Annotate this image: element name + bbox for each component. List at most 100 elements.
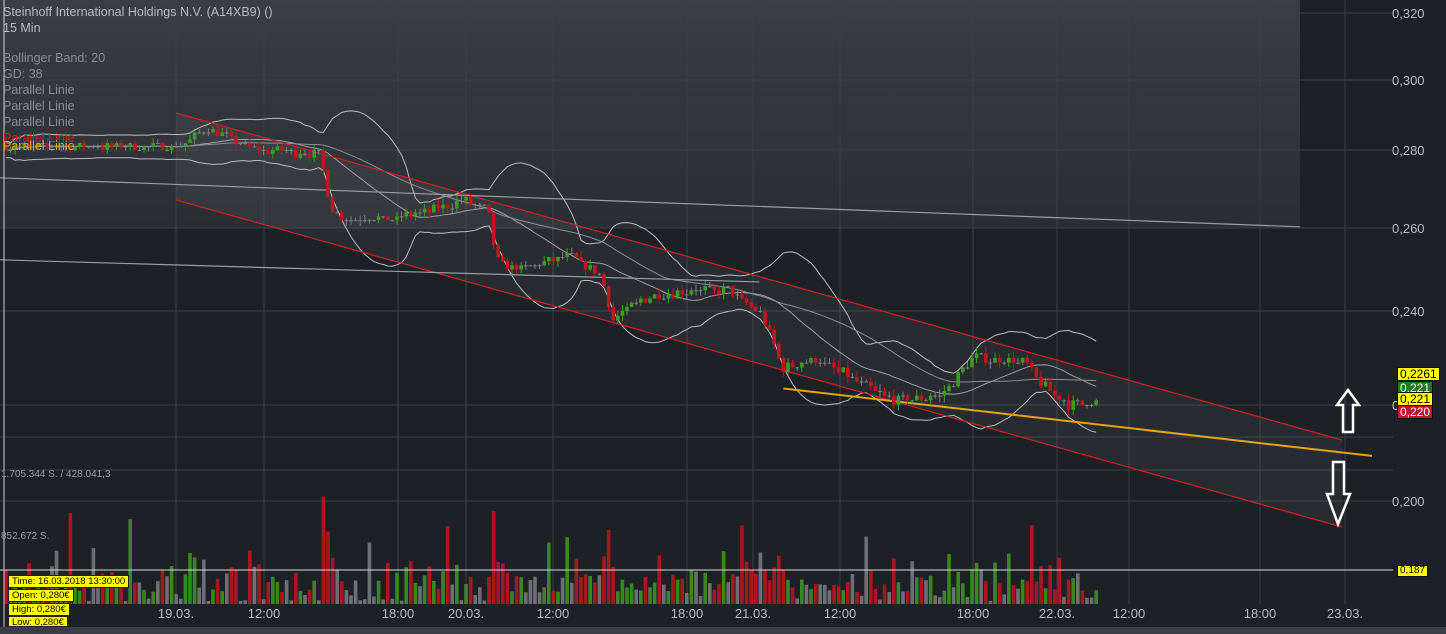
volume-bar — [169, 566, 174, 604]
candle-body — [312, 150, 316, 158]
volume-bar — [353, 580, 358, 604]
indicator-parallel-2[interactable]: Parallel Linie — [3, 98, 273, 114]
candle-body — [422, 208, 427, 213]
candle-body — [275, 146, 280, 150]
volume-bar — [505, 572, 510, 604]
interval-label: 15 Min — [3, 21, 41, 35]
volume-bar — [1011, 584, 1016, 604]
volume-bar — [588, 575, 592, 604]
volume-bar — [657, 555, 661, 604]
candle-body — [565, 252, 569, 258]
candle-body — [988, 362, 993, 364]
candle-body — [491, 212, 496, 245]
volume-bar — [252, 566, 257, 604]
volume-bar — [441, 571, 445, 604]
volume-bar — [726, 582, 730, 604]
candle-body — [924, 400, 928, 402]
candle-body — [376, 216, 381, 221]
candle-body — [583, 261, 588, 270]
volume-bar — [781, 569, 786, 604]
volume-bar — [606, 530, 611, 604]
volume-bar — [1025, 581, 1029, 604]
indicator-parallel-3[interactable]: Parallel Linie — [3, 114, 273, 130]
candle-body — [487, 204, 491, 213]
indicator-parallel-5[interactable]: Parallel Linie — [3, 138, 273, 154]
volume-bar — [427, 566, 431, 604]
volume-bar — [878, 599, 882, 604]
volume-bar — [919, 577, 924, 604]
volume-bar — [238, 600, 243, 604]
candle-body — [639, 298, 643, 303]
volume-bar — [809, 589, 813, 604]
candle-body — [818, 362, 822, 364]
candle-body — [298, 153, 303, 158]
volume-bar — [961, 583, 965, 604]
candle-body — [1034, 367, 1039, 377]
volume-bar — [979, 569, 983, 604]
candle-body — [832, 362, 836, 368]
candle-body — [892, 395, 896, 405]
candle-body — [758, 311, 763, 312]
candle-body — [620, 311, 625, 316]
candle-body — [689, 290, 694, 295]
indicator-gd[interactable]: GD: 38 — [3, 66, 273, 82]
volume-bar — [593, 582, 597, 604]
volume-bar — [551, 590, 556, 604]
volume-bar — [841, 590, 845, 604]
candle-body — [551, 257, 556, 262]
candle-body — [353, 220, 358, 222]
candle-body — [901, 395, 905, 397]
volume-bar — [698, 595, 703, 604]
volume-bar — [800, 579, 804, 604]
volume-bar — [1048, 565, 1052, 604]
volume-bar — [712, 589, 717, 604]
volume-bars — [4, 496, 1098, 604]
volume-bar — [1016, 588, 1020, 604]
candle-body — [717, 290, 721, 295]
volume-bar — [740, 525, 744, 604]
price-axis[interactable]: 0,3200,3000,2800,2600,2400,2200,200 — [1392, 6, 1425, 509]
candle-body — [735, 294, 740, 296]
candle-body — [505, 261, 510, 270]
volume-bar — [717, 584, 721, 604]
candle-body — [933, 395, 937, 397]
volume-bar — [869, 569, 873, 604]
volume-bar — [445, 526, 450, 604]
candle-body — [919, 395, 924, 401]
candle-body — [418, 212, 422, 214]
candle-body — [1043, 381, 1048, 387]
volume-bar — [1034, 581, 1039, 604]
volume-bar — [744, 561, 749, 604]
time-axis[interactable]: 19.03. 12:00 18:00 20.03. 12:00 18:00 21.03. 12… — [158, 606, 1363, 621]
candle-body — [777, 343, 781, 358]
tooltip-time: Time: 16.03.2018 13:30:00 — [8, 575, 130, 588]
volume-bar — [804, 584, 809, 604]
volume-bar — [1053, 589, 1057, 604]
indicator-bollinger[interactable]: Bollinger Band: 20 — [3, 50, 273, 66]
indicator-parallel-1[interactable]: Parallel Linie — [3, 82, 273, 98]
candle-body — [846, 367, 850, 377]
volume-bar — [307, 589, 312, 604]
scrollbar[interactable] — [0, 627, 1446, 634]
volume-bar — [524, 592, 528, 604]
candle-body — [827, 362, 832, 364]
volume-bar — [703, 572, 707, 604]
candle-body — [321, 150, 326, 170]
candle-body — [979, 353, 983, 355]
volume-marker-box: 0,187 — [1397, 565, 1429, 577]
time-tick-label: 12:00 — [1113, 606, 1146, 621]
candle-body — [413, 212, 418, 217]
volume-bar — [133, 582, 137, 604]
volume-bar — [570, 582, 574, 604]
volume-bar — [119, 586, 123, 604]
volume-bar — [1076, 573, 1080, 604]
volume-bar — [326, 531, 330, 604]
volume-bar — [234, 569, 238, 604]
candle-body — [404, 212, 408, 217]
volume-bar — [123, 600, 128, 604]
candle-body — [1030, 362, 1034, 368]
price-box-last: 0,220 — [1397, 405, 1434, 419]
tooltip-high: High: 0,280€ — [8, 603, 70, 616]
volume-bar — [1071, 578, 1075, 604]
candle-body — [1057, 395, 1062, 401]
